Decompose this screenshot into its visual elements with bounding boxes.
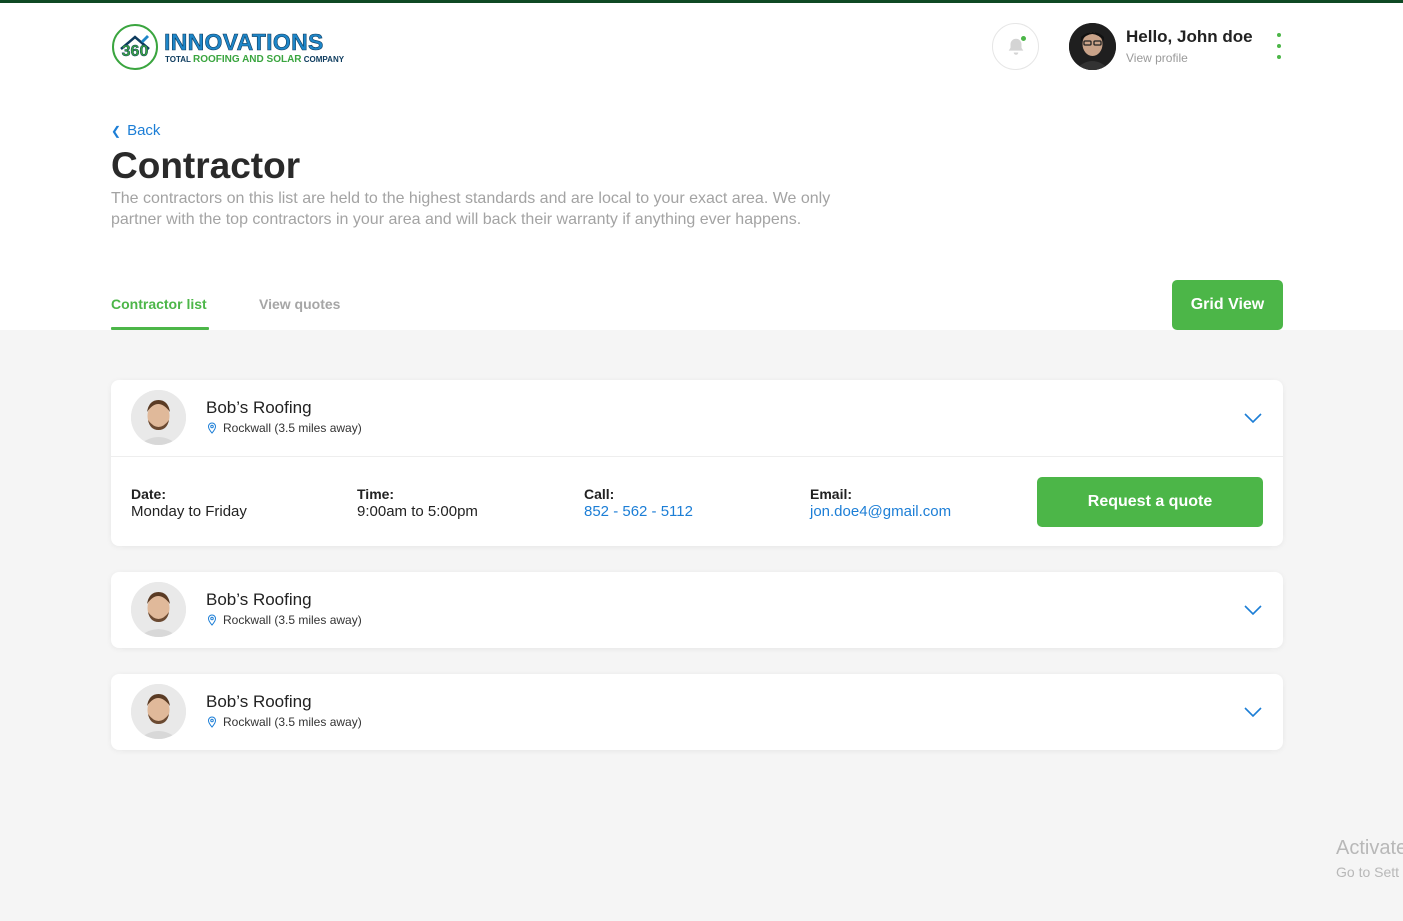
notifications-button[interactable] <box>992 23 1039 70</box>
back-link[interactable]: ❮ Back <box>111 122 160 139</box>
date-block: Date: Monday to Friday <box>131 485 247 521</box>
chevron-down-icon[interactable] <box>1243 702 1263 722</box>
contractor-location: Rockwall (3.5 miles away) <box>206 421 362 435</box>
tab-contractor-list[interactable]: Contractor list <box>111 296 207 312</box>
contractor-card-header[interactable]: Bob’s Roofing Rockwall (3.5 miles away) <box>111 674 1283 750</box>
logo-tagline: TOTAL ROOFING AND SOLAR COMPANY <box>165 54 345 65</box>
call-label: Call: <box>584 486 615 502</box>
page-title: Contractor <box>111 145 301 186</box>
phone-link[interactable]: 852 - 562 - 5112 <box>584 503 693 520</box>
email-link[interactable]: jon.doe4@gmail.com <box>810 503 951 520</box>
time-value: 9:00am to 5:00pm <box>357 503 478 520</box>
contractor-photo-icon <box>131 582 186 637</box>
back-label: Back <box>127 122 161 139</box>
chevron-down-icon[interactable] <box>1243 408 1263 428</box>
contractor-card-header[interactable]: Bob’s Roofing Rockwall (3.5 miles away) <box>111 380 1283 456</box>
date-value: Monday to Friday <box>131 503 247 520</box>
user-avatar[interactable] <box>1069 23 1116 70</box>
contractor-location-text: Rockwall (3.5 miles away) <box>223 715 362 729</box>
greeting-text: Hello, John doe <box>1126 27 1253 46</box>
contractor-card: Bob’s Roofing Rockwall (3.5 miles away) … <box>111 380 1283 546</box>
watermark-line-1: Activate <box>1336 837 1403 859</box>
page-description: The contractors on this list are held to… <box>111 190 831 228</box>
call-block: Call: 852 - 562 - 5112 <box>584 485 693 521</box>
contractor-location-text: Rockwall (3.5 miles away) <box>223 421 362 435</box>
contractor-avatar <box>131 390 186 445</box>
os-activation-watermark: Activate Go to Sett <box>1336 837 1403 880</box>
active-tab-indicator <box>111 327 209 330</box>
location-pin-icon <box>207 614 217 626</box>
company-logo[interactable]: 360 INNOVATIONS TOTAL ROOFING AND SOLAR … <box>111 23 344 73</box>
notification-dot <box>1020 35 1027 42</box>
view-profile-link[interactable]: View profile <box>1126 51 1188 65</box>
watermark-line-2: Go to Sett <box>1336 864 1400 880</box>
chevron-down-icon[interactable] <box>1243 600 1263 620</box>
email-block: Email: jon.doe4@gmail.com <box>810 485 951 521</box>
location-pin-icon <box>207 716 217 728</box>
contractor-location-text: Rockwall (3.5 miles away) <box>223 613 362 627</box>
user-photo-icon <box>1069 23 1116 70</box>
time-label: Time: <box>357 486 395 502</box>
email-label: Email: <box>810 486 853 502</box>
contractor-name: Bob’s Roofing <box>206 692 312 711</box>
contractor-location: Rockwall (3.5 miles away) <box>206 715 362 729</box>
contractor-photo-icon <box>131 684 186 739</box>
contractor-card-header[interactable]: Bob’s Roofing Rockwall (3.5 miles away) <box>111 572 1283 648</box>
contractor-location: Rockwall (3.5 miles away) <box>206 613 362 627</box>
contractor-card-details: Date: Monday to Friday Time: 9:00am to 5… <box>111 456 1283 546</box>
contractor-avatar <box>131 684 186 739</box>
logo-number: 360 <box>122 43 149 60</box>
contractor-name: Bob’s Roofing <box>206 590 312 609</box>
contractor-photo-icon <box>131 390 186 445</box>
tab-view-quotes[interactable]: View quotes <box>259 296 340 312</box>
location-pin-icon <box>207 422 217 434</box>
app-header: 360 INNOVATIONS TOTAL ROOFING AND SOLAR … <box>0 3 1403 90</box>
logo-wordmark: INNOVATIONS <box>164 29 324 56</box>
contractor-card: Bob’s Roofing Rockwall (3.5 miles away) <box>111 674 1283 750</box>
grid-view-button[interactable]: Grid View <box>1172 280 1283 330</box>
contractor-card: Bob’s Roofing Rockwall (3.5 miles away) <box>111 572 1283 648</box>
chevron-left-icon: ❮ <box>111 123 122 138</box>
logo-emblem-icon: 360 <box>112 24 158 70</box>
contractor-name: Bob’s Roofing <box>206 398 312 417</box>
request-quote-button[interactable]: Request a quote <box>1037 477 1263 527</box>
contractor-avatar <box>131 582 186 637</box>
date-label: Date: <box>131 486 167 502</box>
time-block: Time: 9:00am to 5:00pm <box>357 485 478 521</box>
kebab-menu-icon[interactable] <box>1271 32 1287 60</box>
